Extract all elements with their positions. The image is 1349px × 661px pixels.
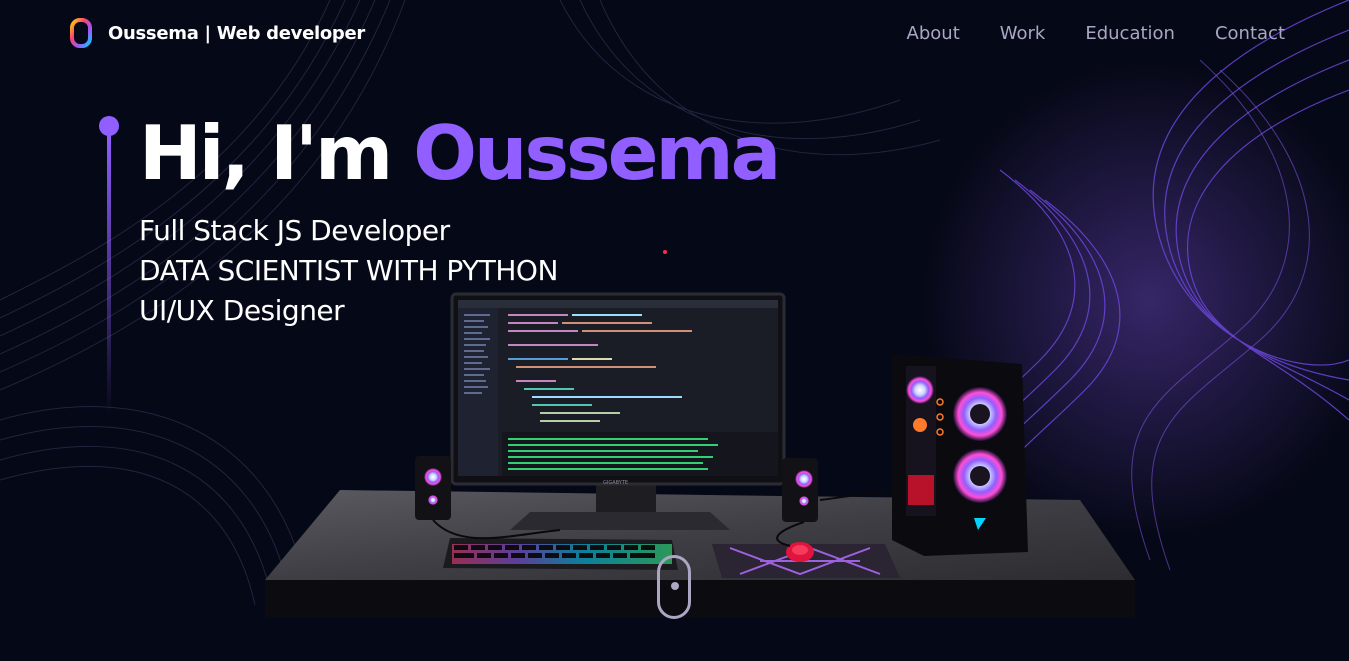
nav-education[interactable]: Education xyxy=(1085,23,1175,44)
hero-subtitle: DATA SCIENTIST WITH PYTHON xyxy=(139,254,558,287)
hero-greeting: Hi, I'm xyxy=(139,109,393,197)
hero-subtitle: Full Stack JS Developer xyxy=(139,214,450,247)
desk-setup-illustration[interactable]: GIGABYTE xyxy=(260,290,1140,620)
hero-accent-line xyxy=(99,116,119,416)
monitor-brand-label: GIGABYTE xyxy=(603,480,628,486)
hero-name: Oussema xyxy=(413,109,781,197)
hero-subtitles: Full Stack JS Developer DATA SCIENTIST W… xyxy=(139,211,558,331)
decorative-dot xyxy=(663,250,667,254)
logo-icon xyxy=(70,18,92,48)
hero-title: Hi, I'm Oussema xyxy=(139,108,781,198)
navbar: Oussema | Web developer About Work Educa… xyxy=(0,0,1349,70)
hero-subtitle: UI/UX Designer xyxy=(139,294,345,327)
nav-links: About Work Education Contact xyxy=(867,23,1285,44)
brand-name: Oussema | Web developer xyxy=(108,22,365,44)
nav-work[interactable]: Work xyxy=(1000,23,1046,44)
scroll-down-button[interactable] xyxy=(657,555,691,619)
nav-about[interactable]: About xyxy=(907,23,960,44)
nav-contact[interactable]: Contact xyxy=(1215,23,1285,44)
brand-link[interactable]: Oussema | Web developer xyxy=(70,18,365,48)
mouse-scroll-icon xyxy=(671,582,679,590)
